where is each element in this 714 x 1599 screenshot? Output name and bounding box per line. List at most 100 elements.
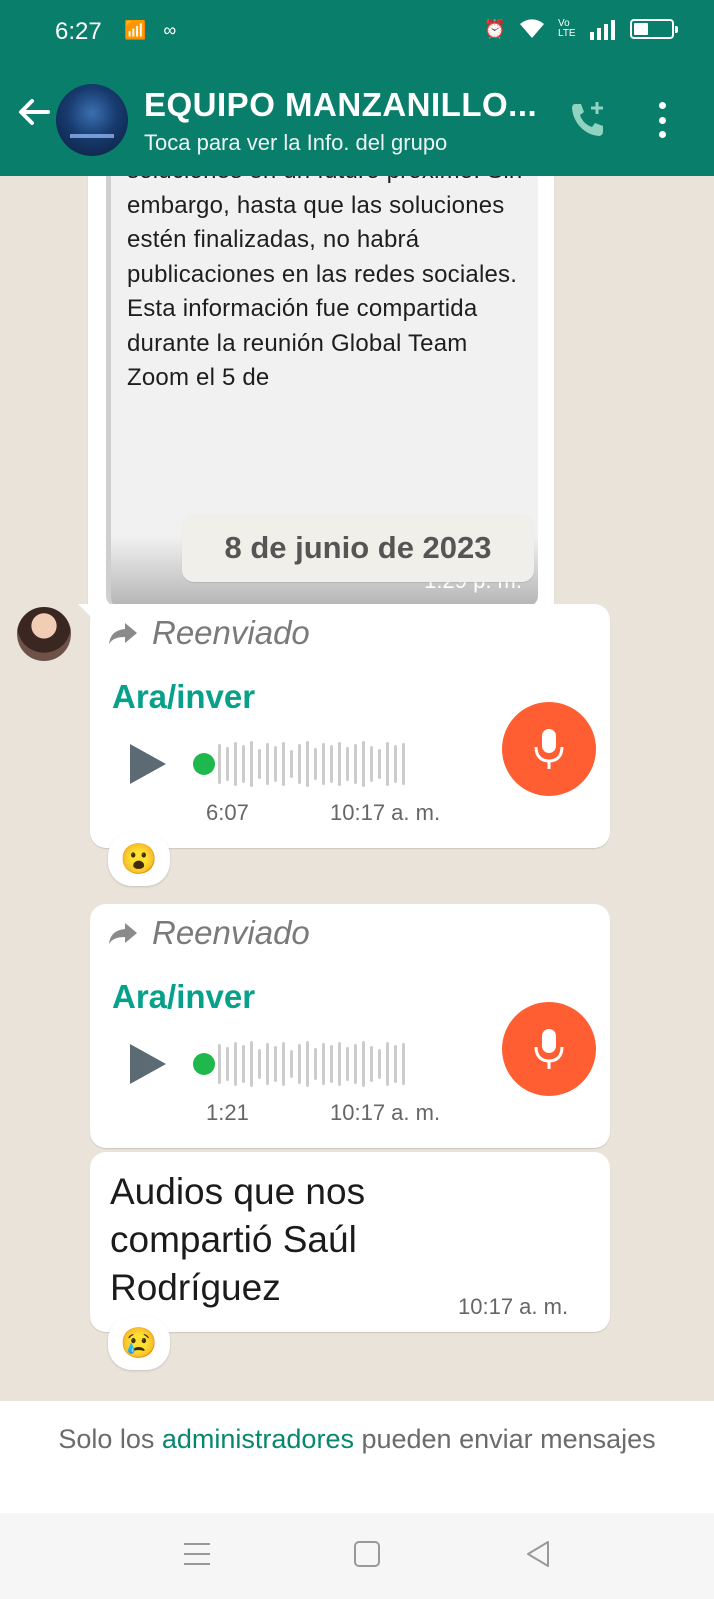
alarm-icon: ⏰ (483, 18, 506, 39)
waveform-bar (258, 749, 261, 779)
message-time: 10:17 a. m. (330, 800, 441, 825)
group-subtitle[interactable]: Toca para ver la Info. del grupo (144, 130, 447, 156)
waveform-bar (298, 1044, 301, 1084)
waveform-bar (242, 745, 245, 783)
reaction-emoji: 😢 (120, 1326, 158, 1360)
waveform-bar (250, 741, 253, 787)
waveform-bar (378, 749, 381, 779)
system-navigation-bar (0, 1513, 714, 1599)
forwarded-label: Reenviado (108, 914, 310, 952)
date-separator: 8 de junio de 2023 (182, 514, 534, 582)
forward-arrow-icon (109, 623, 137, 644)
waveform-bar (314, 1048, 317, 1080)
audio-waveform[interactable] (218, 1040, 405, 1088)
message-text: Audios que nos compartió Saúl Rodríguez (110, 1171, 366, 1308)
waveform-bar (338, 1042, 341, 1086)
audio-duration: 1:21 (206, 1100, 249, 1125)
waveform-bar (250, 1041, 253, 1087)
nav-back-icon[interactable] (524, 1539, 552, 1569)
waveform-bar (226, 1047, 229, 1081)
waveform-bar (306, 1041, 309, 1087)
waveform-bar (362, 1041, 365, 1087)
audio-duration: 6:07 (206, 800, 249, 825)
waveform-bar (402, 743, 405, 785)
audio-message-bubble[interactable]: Reenviado Ara/inver 6:07 10:17 a. m. (90, 604, 610, 848)
microphone-icon (502, 1002, 596, 1096)
message-reaction[interactable]: 😢 (108, 1316, 170, 1370)
chat-header[interactable]: EQUIPO MANZANILLO... Toca para ver la In… (0, 64, 714, 176)
play-icon[interactable] (130, 1044, 166, 1084)
group-avatar[interactable] (56, 84, 128, 156)
wifi-icon (520, 19, 544, 38)
more-options-icon[interactable] (652, 98, 672, 142)
waveform-bar (266, 1043, 269, 1085)
waveform-bar (394, 745, 397, 783)
back-arrow-icon[interactable] (14, 92, 54, 132)
waveform-bar (314, 748, 317, 780)
status-time: 6:27 (55, 18, 102, 45)
forward-arrow-icon (109, 923, 137, 944)
admin-only-notice: Solo los administradores pueden enviar m… (0, 1401, 714, 1513)
status-bar: 6:27 📶 ∞ ⏰ Vo LTE (0, 0, 714, 64)
sender-avatar[interactable] (17, 607, 71, 661)
message-author[interactable]: Ara/inver (112, 978, 255, 1016)
waveform-bar (282, 742, 285, 786)
waveform-bar (346, 747, 349, 781)
notice-suffix: pueden enviar mensajes (353, 1424, 656, 1454)
waveform-bar (274, 1046, 277, 1082)
recent-apps-icon[interactable] (184, 1543, 210, 1565)
group-title[interactable]: EQUIPO MANZANILLO... (144, 86, 537, 124)
waveform-bar (330, 1045, 333, 1083)
message-reaction[interactable]: 😮 (108, 832, 170, 886)
waveform-bar (218, 744, 221, 784)
message-author[interactable]: Ara/inver (112, 678, 255, 716)
waveform-bar (386, 1042, 389, 1086)
waveform-bar (394, 1045, 397, 1083)
battery-icon (630, 19, 678, 39)
chat-area[interactable]: soluciones en un futuro próximo. Sin emb… (0, 176, 714, 1401)
waveform-bar (330, 745, 333, 783)
audio-progress-dot[interactable] (193, 1053, 215, 1075)
waveform-bar (242, 1045, 245, 1083)
waveform-bar (282, 1042, 285, 1086)
microphone-icon (502, 702, 596, 796)
waveform-bar (306, 741, 309, 787)
waveform-bar (290, 750, 293, 778)
text-message-bubble[interactable]: Audios que nos compartió Saúl Rodríguez … (90, 1152, 610, 1332)
play-icon[interactable] (130, 744, 166, 784)
signal-icon (590, 20, 615, 40)
message-time: 10:17 a. m. (330, 1100, 441, 1125)
waveform-bar (274, 746, 277, 782)
waveform-bar (354, 1044, 357, 1084)
volte-label: Vo LTE (558, 18, 576, 39)
waveform-bar (362, 741, 365, 787)
waveform-bar (258, 1049, 261, 1079)
waveform-bar (370, 1046, 373, 1082)
waveform-bar (378, 1049, 381, 1079)
audio-progress-dot[interactable] (193, 753, 215, 775)
waveform-bar (370, 746, 373, 782)
waveform-bar (234, 1042, 237, 1086)
waveform-bar (234, 742, 237, 786)
waveform-bar (402, 1043, 405, 1085)
waveform-bar (266, 743, 269, 785)
status-right-icons: ⏰ Vo LTE (483, 18, 678, 40)
audio-waveform[interactable] (218, 740, 405, 788)
waveform-bar (298, 744, 301, 784)
waveform-bar (322, 1043, 325, 1085)
waveform-bar (322, 743, 325, 785)
audio-message-bubble[interactable]: Reenviado Ara/inver 1:21 10:17 a. m. (90, 904, 610, 1148)
waveform-bar (346, 1047, 349, 1081)
add-call-icon[interactable] (565, 98, 609, 142)
home-icon[interactable] (354, 1541, 380, 1567)
waveform-bar (226, 747, 229, 781)
administrators-link[interactable]: administradores (162, 1424, 354, 1454)
message-time: 10:17 a. m. (458, 1294, 569, 1319)
notification-icons: 📶 ∞ (124, 20, 183, 40)
waveform-bar (218, 1044, 221, 1084)
quoted-text: soluciones en un futuro próximo. Sin emb… (127, 176, 522, 391)
reaction-emoji: 😮 (120, 842, 158, 876)
notice-prefix: Solo los (58, 1424, 162, 1454)
waveform-bar (354, 744, 357, 784)
waveform-bar (338, 742, 341, 786)
